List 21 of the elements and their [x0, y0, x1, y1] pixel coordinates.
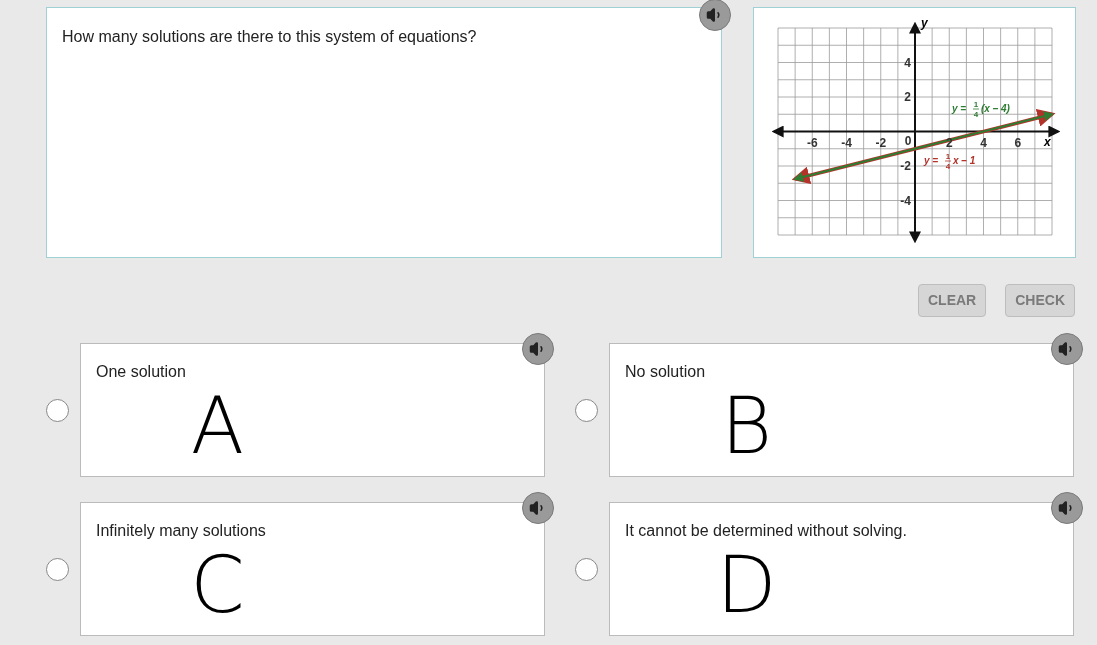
tick-label: 2 [904, 90, 911, 104]
handwritten-letter: A [190, 384, 245, 468]
tick-label: -2 [875, 135, 887, 150]
handwritten-letter: D [716, 543, 777, 627]
tick-label: -6 [806, 135, 818, 150]
question-text: How many solutions are there to this system of equations? [62, 27, 478, 47]
handwritten-letter: B [720, 384, 773, 468]
origin-label: 0 [904, 133, 912, 148]
tick-label: 4 [980, 135, 987, 150]
tick-label: 6 [1014, 135, 1022, 150]
answer-text: No solution [625, 362, 707, 382]
handwritten-letter: C [190, 543, 245, 627]
tick-label: -2 [900, 159, 911, 173]
tick-label: -4 [900, 193, 911, 208]
tick-label: -4 [841, 135, 852, 150]
answer-text: Infinitely many solutions [96, 521, 267, 541]
axis-label: y [921, 16, 928, 30]
answer-text: One solution [96, 362, 187, 382]
axis-label: x [1044, 134, 1051, 149]
tick-label: 4 [904, 55, 911, 70]
answer-text: It cannot be determined without solving. [625, 521, 908, 541]
